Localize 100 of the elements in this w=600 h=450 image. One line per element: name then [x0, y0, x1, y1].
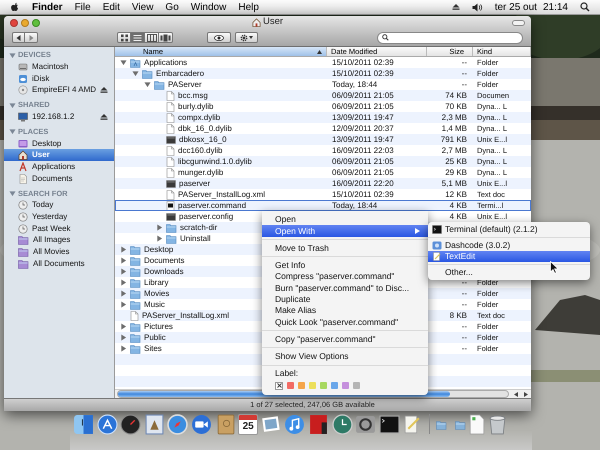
file-name: dbk_16_0.dylib [178, 122, 232, 134]
document-icon [166, 124, 175, 134]
sidebar-item[interactable]: Past Week [4, 222, 114, 235]
quick-look-button[interactable] [207, 32, 231, 43]
file-size: 2,7 MB [442, 144, 467, 156]
disclosure-triangle-icon[interactable] [144, 81, 151, 88]
menu-entry[interactable]: Terminal (default) (2.1.2) [428, 224, 590, 235]
disc-icon [18, 85, 28, 96]
menu-entry[interactable]: Move to Trash [262, 242, 428, 254]
disclosure-triangle-icon[interactable] [120, 268, 127, 275]
smart-folder-icon [18, 235, 29, 246]
menu-item[interactable]: Go [165, 0, 179, 14]
document-icon [166, 168, 175, 178]
eject-icon[interactable] [100, 86, 108, 94]
disclosure-triangle-icon[interactable] [9, 190, 16, 197]
sidebar-item[interactable]: Documents [4, 172, 114, 184]
disclosure-triangle-icon[interactable] [156, 235, 163, 242]
sidebar-item[interactable]: Macintosh [4, 61, 114, 73]
menu-entry[interactable]: Other... [428, 267, 590, 278]
volume-icon [472, 2, 483, 12]
action-button[interactable] [235, 32, 258, 43]
sidebar-item[interactable]: All Images [4, 234, 114, 246]
menu-entry[interactable]: Duplicate [262, 294, 428, 306]
file-size: 2,3 MB [442, 112, 467, 124]
menu-bar-clock[interactable]: 21:14 [542, 0, 568, 14]
sidebar-item[interactable]: User [4, 149, 114, 162]
eject-icon[interactable] [100, 112, 108, 121]
label-color-button[interactable] [342, 382, 349, 390]
view-mode-button[interactable] [145, 32, 159, 43]
label-heading: Label: [275, 367, 298, 380]
zoom-button[interactable] [32, 18, 40, 26]
sidebar-item[interactable]: Applications [4, 161, 114, 173]
minimize-button[interactable] [21, 18, 29, 26]
view-mode-button[interactable] [159, 32, 173, 43]
disclosure-triangle-icon[interactable] [9, 102, 16, 109]
menu-entry[interactable]: Open With [262, 225, 428, 237]
label-color-button[interactable] [309, 382, 316, 390]
document-icon [166, 90, 175, 100]
hard-drive-icon [18, 62, 28, 72]
sidebar-item[interactable]: Today [4, 200, 114, 212]
back-button[interactable] [12, 32, 25, 43]
file-name: PAServer_InstallLog.xml [178, 188, 265, 200]
disclosure-triangle-icon[interactable] [120, 246, 127, 253]
date-modified: Today, 18:44 [332, 80, 378, 88]
menu-bar-date[interactable]: ter 25 out [494, 0, 537, 14]
label-color-button[interactable] [353, 382, 360, 390]
sidebar-item[interactable]: All Movies [4, 246, 114, 258]
search-field[interactable] [377, 32, 523, 44]
sidebar-item[interactable]: Desktop [4, 138, 114, 150]
label-color-button[interactable] [298, 382, 305, 390]
menu-entry[interactable]: Burn "paserver.command" to Disc... [262, 282, 428, 294]
eye-icon [214, 34, 224, 40]
menu-entry[interactable]: Show View Options [262, 350, 428, 362]
menu-entry[interactable]: Make Alias [262, 305, 428, 316]
disclosure-triangle-icon[interactable] [120, 301, 127, 308]
close-button[interactable] [10, 18, 18, 26]
menu-entry[interactable]: Dashcode (3.0.2) [428, 240, 590, 251]
file-size: 70 KB [445, 100, 467, 112]
sidebar-item[interactable]: Yesterday [4, 211, 114, 223]
menu-item[interactable]: File [74, 0, 91, 14]
no-label-button[interactable] [275, 382, 283, 390]
menu-item[interactable]: Edit [102, 0, 120, 14]
label-color-button[interactable] [331, 382, 338, 390]
forward-button[interactable] [25, 32, 38, 43]
menu-entry[interactable]: Compress "paserver.command" [262, 271, 428, 282]
disclosure-triangle-icon[interactable] [120, 279, 127, 286]
file-name: Applications [144, 56, 188, 68]
sidebar-item[interactable]: 192.168.1.2 [4, 111, 114, 123]
disclosure-triangle-icon[interactable] [9, 128, 16, 136]
disclosure-triangle-icon[interactable] [120, 323, 127, 330]
disclosure-triangle-icon[interactable] [156, 224, 163, 231]
menu-item[interactable]: Window [190, 0, 226, 14]
file-name: Desktop [144, 244, 174, 256]
menu-item[interactable]: Help [238, 0, 259, 14]
menu-item[interactable]: View [132, 0, 154, 14]
disclosure-triangle-icon[interactable] [120, 334, 127, 341]
sidebar-item[interactable]: iDisk [4, 72, 114, 84]
file-size: -- [462, 78, 467, 90]
menu-entry[interactable]: TextEdit [428, 251, 590, 262]
label-color-button[interactable] [320, 382, 327, 390]
view-mode-button[interactable] [131, 32, 145, 43]
disclosure-triangle-icon[interactable] [120, 290, 127, 297]
menu-entry[interactable]: Open [262, 214, 428, 226]
disclosure-triangle-icon[interactable] [120, 345, 127, 352]
sidebar-item[interactable]: EmpireEFI 4 AMD [4, 84, 114, 96]
menu-item[interactable]: Finder [32, 0, 63, 14]
disclosure-triangle-icon[interactable] [132, 70, 139, 77]
disclosure-triangle-icon[interactable] [120, 59, 127, 66]
calendar-day: 25 [239, 420, 258, 434]
window-title: User [262, 16, 284, 30]
sidebar-item[interactable]: All Documents [4, 258, 114, 270]
disclosure-triangle-icon[interactable] [9, 52, 16, 58]
menu-entry[interactable]: Get Info [262, 260, 428, 272]
view-mode-button[interactable] [117, 32, 131, 43]
label-color-button[interactable] [287, 382, 294, 390]
toolbar-toggle-button[interactable] [512, 20, 525, 26]
calendar-icon[interactable]: 25 [238, 414, 258, 435]
file-name: bcc.msg [178, 90, 208, 102]
disclosure-triangle-icon[interactable] [120, 257, 127, 264]
menu-entry[interactable]: Copy "paserver.command" [262, 334, 428, 345]
